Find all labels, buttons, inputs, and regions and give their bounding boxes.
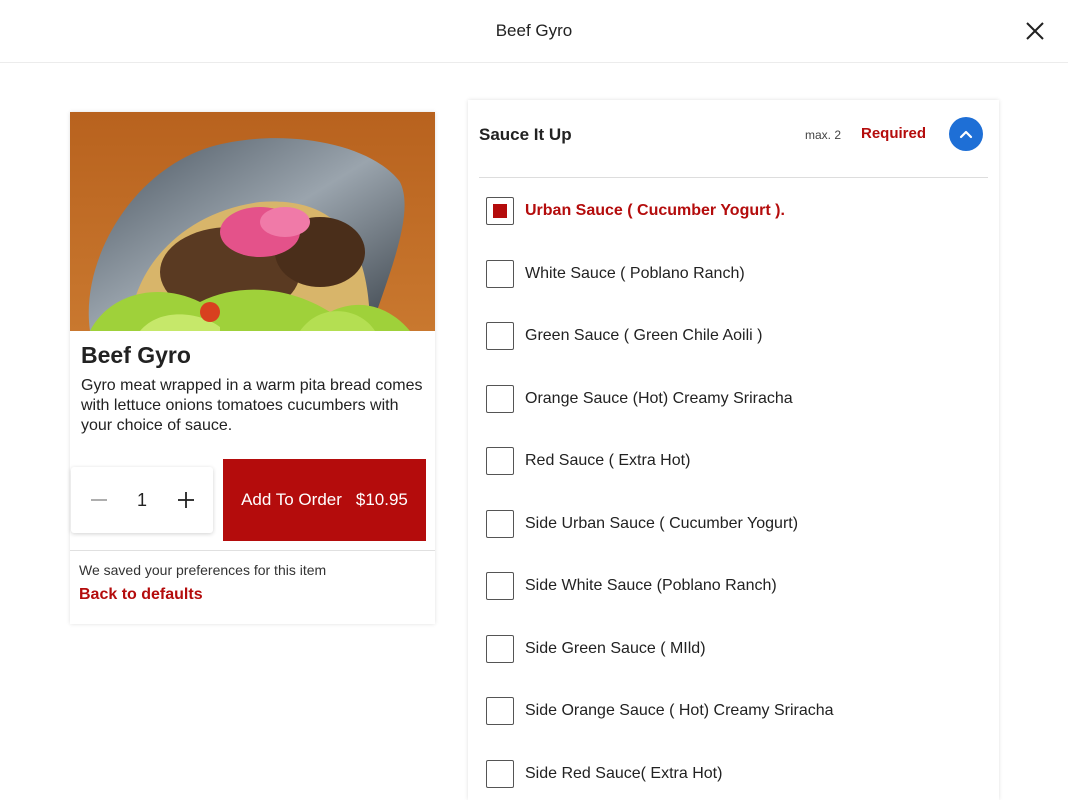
modal-title: Beef Gyro xyxy=(495,21,573,40)
collapse-group-button[interactable] xyxy=(949,117,983,151)
item-title: Beef Gyro xyxy=(81,342,191,368)
back-to-defaults-link[interactable]: Back to defaults xyxy=(79,586,203,604)
option-checkbox[interactable] xyxy=(486,322,514,350)
chevron-up-icon xyxy=(959,130,973,139)
close-button[interactable] xyxy=(1024,20,1046,42)
option-checkbox[interactable] xyxy=(486,385,514,413)
gyro-photo-illustration xyxy=(70,112,435,331)
saved-preferences-note: We saved your preferences for this item xyxy=(79,562,327,578)
add-to-order-price: $10.95 xyxy=(355,490,408,509)
quantity-stepper: 1 xyxy=(71,467,213,533)
increase-quantity-button[interactable] xyxy=(173,487,199,513)
modifier-group-panel: Sauce It Up max. 2 Required Urban Sauce … xyxy=(468,100,999,800)
divider xyxy=(70,550,435,551)
divider xyxy=(479,177,988,178)
option-checkbox[interactable] xyxy=(486,447,514,475)
modifier-group-title: Sauce It Up xyxy=(479,125,572,144)
option-label: Side Orange Sauce ( Hot) Creamy Sriracha xyxy=(525,702,834,719)
plus-icon xyxy=(178,492,194,508)
required-badge: Required xyxy=(861,125,927,142)
option-label: Side Red Sauce( Extra Hot) xyxy=(525,765,723,782)
item-photo xyxy=(70,112,435,331)
option-label: Red Sauce ( Extra Hot) xyxy=(525,452,691,469)
option-checkbox[interactable] xyxy=(486,510,514,538)
add-to-order-button[interactable]: Add To Order $10.95 xyxy=(223,459,426,541)
item-description: Gyro meat wrapped in a warm pita bread c… xyxy=(81,377,423,434)
option-checkbox[interactable] xyxy=(486,760,514,788)
option-label: Side Green Sauce ( MIld) xyxy=(525,640,706,657)
option-row[interactable]: Side Green Sauce ( MIld) xyxy=(486,635,986,665)
option-label: Orange Sauce (Hot) Creamy Sriracha xyxy=(525,390,793,407)
add-to-order-label: Add To Order xyxy=(241,490,342,509)
option-row[interactable]: Orange Sauce (Hot) Creamy Sriracha xyxy=(486,385,986,415)
option-label: Side Urban Sauce ( Cucumber Yogurt) xyxy=(525,515,799,532)
option-label: Urban Sauce ( Cucumber Yogurt ). xyxy=(525,202,785,219)
option-label: Green Sauce ( Green Chile Aoili ) xyxy=(525,327,763,344)
option-row[interactable]: Side White Sauce (Poblano Ranch) xyxy=(486,572,986,602)
quantity-value: 1 xyxy=(136,490,147,510)
decrease-quantity-button[interactable] xyxy=(86,487,112,513)
modal-header: Beef Gyro xyxy=(0,0,1068,63)
option-checkbox[interactable] xyxy=(486,260,514,288)
option-row[interactable]: Side Orange Sauce ( Hot) Creamy Sriracha xyxy=(486,697,986,727)
option-row[interactable]: Green Sauce ( Green Chile Aoili ) xyxy=(486,322,986,352)
close-icon xyxy=(1026,22,1044,40)
option-checkbox[interactable] xyxy=(486,197,514,225)
option-row[interactable]: Urban Sauce ( Cucumber Yogurt ). xyxy=(486,197,986,227)
option-label: Side White Sauce (Poblano Ranch) xyxy=(525,577,777,594)
option-row[interactable]: White Sauce ( Poblano Ranch) xyxy=(486,260,986,290)
item-card: Beef Gyro Gyro meat wrapped in a warm pi… xyxy=(70,112,435,624)
option-row[interactable]: Side Red Sauce( Extra Hot) xyxy=(486,760,986,790)
option-label: White Sauce ( Poblano Ranch) xyxy=(525,265,745,282)
modifier-group-max: max. 2 xyxy=(805,128,842,142)
option-row[interactable]: Red Sauce ( Extra Hot) xyxy=(486,447,986,477)
minus-icon xyxy=(91,499,107,501)
option-checkbox[interactable] xyxy=(486,572,514,600)
option-checkbox[interactable] xyxy=(486,635,514,663)
option-checkbox[interactable] xyxy=(486,697,514,725)
option-row[interactable]: Side Urban Sauce ( Cucumber Yogurt) xyxy=(486,510,986,540)
